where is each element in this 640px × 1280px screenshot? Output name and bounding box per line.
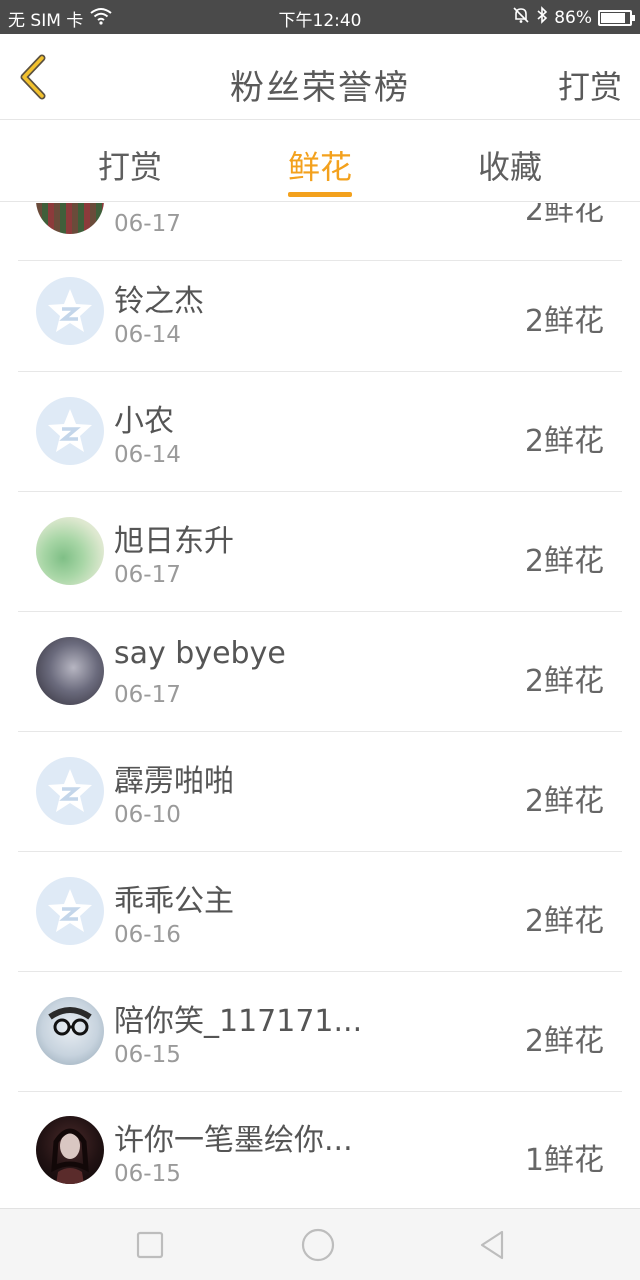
- battery-fill: [601, 12, 626, 23]
- avatar[interactable]: [36, 1116, 104, 1184]
- app-header: 粉丝荣誉榜 打赏: [0, 34, 640, 120]
- circle-icon: [301, 1228, 335, 1262]
- list-item[interactable]: 小农 06-14 2鲜花: [18, 372, 622, 492]
- bluetooth-icon: [536, 6, 548, 29]
- back-nav-button[interactable]: [474, 1227, 510, 1263]
- glasses-figure-icon: [48, 1007, 92, 1036]
- default-avatar-icon: [48, 289, 92, 332]
- avatar[interactable]: [36, 997, 104, 1065]
- fan-name: 乖乖公主: [114, 884, 234, 919]
- status-right: 86%: [512, 6, 635, 29]
- tab-bar: 打赏 鲜花 收藏: [0, 120, 640, 202]
- list-item[interactable]: 许你一笔墨绘你... 06-15 1鲜花: [18, 1091, 622, 1208]
- avatar[interactable]: [36, 397, 104, 465]
- fan-date: 06-17: [114, 562, 181, 588]
- fan-name: 许你一笔墨绘你...: [114, 1123, 353, 1158]
- fan-name: 霹雳啪啪: [114, 764, 234, 799]
- fan-date: 06-10: [114, 802, 181, 828]
- portrait-icon: [51, 1128, 89, 1184]
- avatar[interactable]: [36, 637, 104, 705]
- battery-icon: [598, 9, 635, 26]
- flower-count: 2鲜花: [524, 304, 604, 339]
- list-item[interactable]: 旭日东升 06-17 2鲜花: [18, 492, 622, 612]
- tab-reward[interactable]: 打赏: [50, 142, 210, 188]
- fan-name: 旭日东升: [114, 524, 234, 559]
- square-icon: [136, 1231, 164, 1259]
- default-avatar-icon: [48, 889, 92, 932]
- fan-date: 06-16: [114, 922, 181, 948]
- avatar[interactable]: [36, 877, 104, 945]
- default-avatar-icon: [48, 769, 92, 812]
- flower-count: 1鲜花: [524, 1143, 604, 1178]
- flower-count: 2鲜花: [524, 664, 604, 699]
- list-item[interactable]: 铃之杰 06-14 2鲜花: [18, 252, 622, 372]
- flower-count: 2鲜花: [524, 544, 604, 579]
- fan-name: 小农: [114, 404, 174, 439]
- home-button[interactable]: [300, 1227, 336, 1263]
- status-bar: 无 SIM 卡 下午12:40 86%: [0, 0, 640, 34]
- fan-name: 陪你笑_117171...: [114, 1004, 363, 1039]
- flower-count: 2鲜花: [524, 904, 604, 939]
- battery-label: 86%: [554, 7, 592, 28]
- avatar[interactable]: [36, 203, 104, 234]
- flower-count: 2鲜花: [524, 203, 604, 228]
- fan-name: 铃之杰: [114, 284, 204, 319]
- list-item[interactable]: 乖乖公主 06-16 2鲜花: [18, 852, 622, 972]
- list-item[interactable]: 霹雳啪啪 06-10 2鲜花: [18, 732, 622, 852]
- active-tab-indicator: [288, 192, 352, 197]
- fan-date: 06-15: [114, 1042, 181, 1068]
- list-item[interactable]: say byebye 06-17 2鲜花: [18, 612, 622, 732]
- fan-date: 06-14: [114, 442, 181, 468]
- avatar[interactable]: [36, 757, 104, 825]
- reward-button[interactable]: 打赏: [558, 62, 622, 108]
- tab-favorites[interactable]: 收藏: [430, 142, 590, 188]
- fan-date: 06-17: [114, 682, 181, 708]
- system-nav-bar: [0, 1208, 640, 1280]
- fan-list[interactable]: 06-17 2鲜花 铃之杰 06-14 2鲜花 小农 06-14 2鲜花 旭日东…: [0, 203, 640, 1208]
- flower-count: 2鲜花: [524, 1024, 604, 1059]
- avatar[interactable]: [36, 277, 104, 345]
- default-avatar-icon: [48, 409, 92, 452]
- flower-count: 2鲜花: [524, 424, 604, 459]
- fan-date: 06-14: [114, 322, 181, 348]
- fan-date: 06-17: [114, 211, 181, 237]
- recents-button[interactable]: [132, 1227, 168, 1263]
- fan-date: 06-15: [114, 1161, 181, 1187]
- triangle-back-icon: [480, 1230, 504, 1260]
- flower-count: 2鲜花: [524, 784, 604, 819]
- bell-muted-icon: [512, 6, 530, 29]
- list-item[interactable]: 陪你笑_117171... 06-15 2鲜花: [18, 972, 622, 1092]
- page-title: 粉丝荣誉榜: [230, 68, 410, 108]
- tab-flowers[interactable]: 鲜花: [240, 142, 400, 188]
- avatar[interactable]: [36, 517, 104, 585]
- fan-name: say byebye: [114, 636, 286, 671]
